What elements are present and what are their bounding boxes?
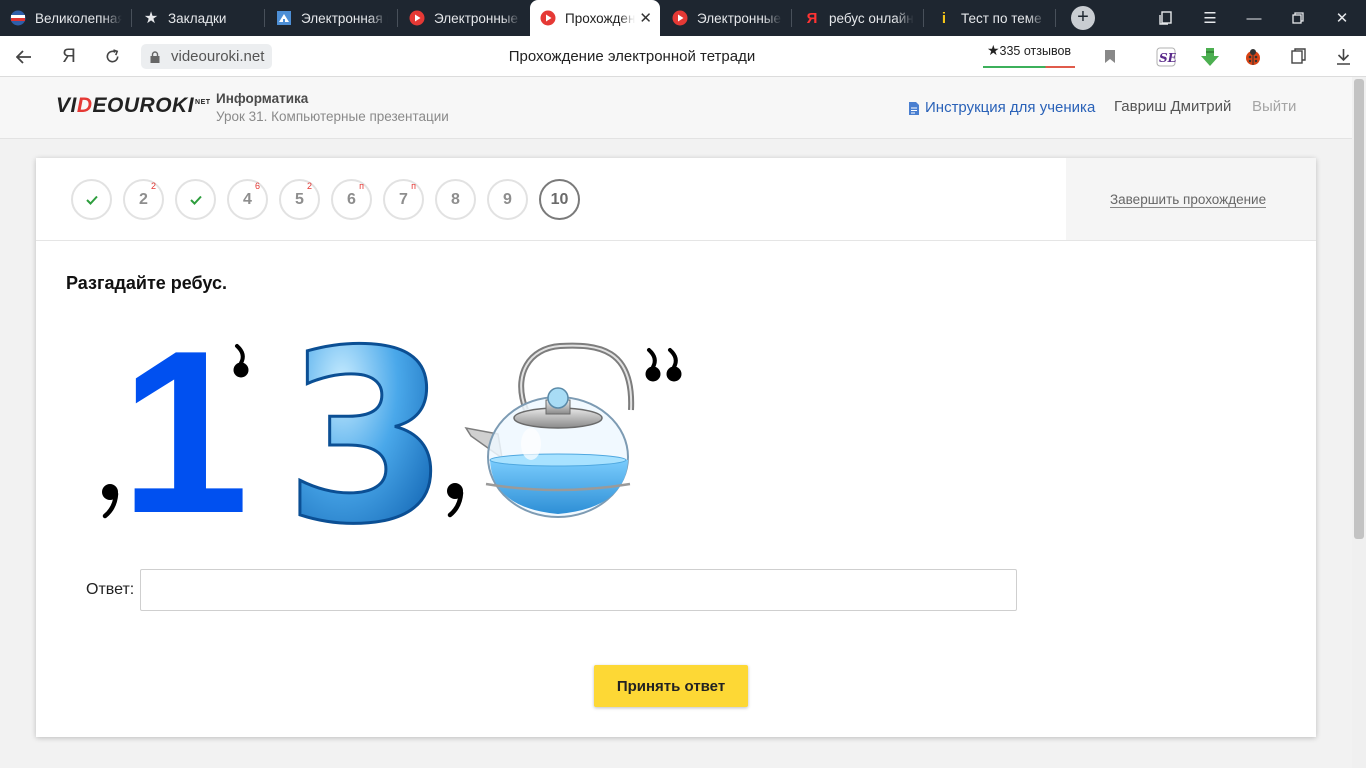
new-tab-button[interactable]: + xyxy=(1071,6,1095,30)
info-icon: i xyxy=(941,9,947,27)
document-icon xyxy=(909,101,919,115)
browser-tab[interactable]: Я ребус онлайн xyxy=(794,0,922,36)
download-arrow-extension-icon[interactable] xyxy=(1193,36,1227,77)
page-title: Прохождение электронной тетради xyxy=(508,48,756,65)
videouroki-logo[interactable]: VIDEOUROKINET xyxy=(56,94,211,118)
step-6[interactable]: 6п xyxy=(331,179,372,220)
rebus-digit-one: 1 xyxy=(120,336,249,526)
step-3[interactable] xyxy=(175,179,216,220)
browser-tab[interactable]: Электронные xyxy=(399,0,529,36)
step-mark: 6 xyxy=(254,181,260,191)
site-header: VIDEOUROKINET Информатика Урок 31. Компь… xyxy=(0,77,1352,139)
close-window-icon[interactable]: ✕ xyxy=(1320,0,1364,36)
downloads-icon[interactable] xyxy=(1326,36,1360,77)
step-4[interactable]: 46 xyxy=(227,179,268,220)
step-9[interactable]: 9 xyxy=(487,179,528,220)
restore-icon[interactable] xyxy=(1276,0,1320,36)
step-8[interactable]: 8 xyxy=(435,179,476,220)
page-scrollbar[interactable] xyxy=(1352,77,1366,768)
workbook-card: 22 46 52 6п 7п 8 9 10 Завершить прохожде… xyxy=(36,158,1316,737)
videouroki-icon xyxy=(540,10,556,26)
instruction-link[interactable]: Инструкция для ученика xyxy=(908,77,1095,139)
close-tab-icon[interactable]: ✕ xyxy=(639,9,652,27)
subject-title: Информатика xyxy=(216,91,309,106)
step-5[interactable]: 52 xyxy=(279,179,320,220)
rating-bar xyxy=(983,66,1075,68)
videouroki-icon xyxy=(672,10,688,26)
check-icon xyxy=(85,195,98,205)
back-icon[interactable] xyxy=(8,36,40,77)
scrollbar-thumb[interactable] xyxy=(1354,79,1364,539)
finish-panel: Завершить прохождение xyxy=(1066,158,1316,241)
step-mark: 2 xyxy=(306,181,312,191)
step-1[interactable] xyxy=(71,179,112,220)
minimize-icon[interactable]: — xyxy=(1232,0,1276,36)
lesson-title: Урок 31. Компьютерные презентации xyxy=(216,109,449,124)
step-mark: 2 xyxy=(150,181,156,191)
submit-answer-button[interactable]: Принять ответ xyxy=(594,665,748,707)
browser-tab[interactable]: ★ Закладки xyxy=(133,0,263,36)
answer-input[interactable] xyxy=(140,569,1017,611)
star-icon: ★ xyxy=(143,10,159,27)
bookmark-icon[interactable] xyxy=(1093,36,1127,77)
videouroki-icon xyxy=(409,10,425,26)
svg-text:SE: SE xyxy=(1159,51,1176,65)
user-name-link[interactable]: Гавриш Дмитрий xyxy=(1114,77,1231,139)
answer-label: Ответ: xyxy=(86,581,135,598)
menu-icon[interactable]: ☰ xyxy=(1188,0,1232,36)
star-icon: ★ xyxy=(986,42,1000,58)
step-mark: п xyxy=(359,181,364,191)
browser-tab[interactable]: Электронные xyxy=(662,0,790,36)
globe-icon xyxy=(10,10,26,26)
lock-icon xyxy=(150,50,160,63)
yandex-icon: Я xyxy=(806,9,818,27)
question-steps: 22 46 52 6п 7п 8 9 10 xyxy=(36,158,1066,241)
rebus-digit-three: 3 xyxy=(284,336,450,526)
step-7[interactable]: 7п xyxy=(383,179,424,220)
browser-tab-strip: Великолепная ★ Закладки Электронная ш Эл… xyxy=(0,0,1366,36)
yandex-home-icon[interactable]: Я xyxy=(53,36,85,77)
finish-link[interactable]: Завершить прохождение xyxy=(1110,192,1267,208)
reload-icon[interactable] xyxy=(96,36,128,77)
question-title: Разгадайте ребус. xyxy=(66,273,228,293)
address-bar: Я videouroki.net Прохождение электронной… xyxy=(0,36,1366,77)
browser-tab[interactable]: i Тест по теме " xyxy=(926,0,1054,36)
reviews-badge[interactable]: ★335 отзывов xyxy=(983,42,1075,70)
tabs-panel-icon[interactable] xyxy=(1144,0,1188,36)
check-icon xyxy=(189,195,202,205)
rebus-image: 1 3 xyxy=(102,336,682,526)
rebus-double-apostrophe xyxy=(645,348,682,382)
step-10-current[interactable]: 10 xyxy=(539,179,580,220)
browser-tab-active[interactable]: Прохожден ✕ xyxy=(530,0,660,36)
url-field[interactable]: videouroki.net xyxy=(141,44,273,69)
browser-tab[interactable]: Электронная ш xyxy=(266,0,396,36)
step-2[interactable]: 22 xyxy=(123,179,164,220)
school-icon xyxy=(276,10,292,26)
rebus-comma xyxy=(102,484,119,519)
logout-link[interactable]: Выйти xyxy=(1252,77,1296,139)
teapot-image xyxy=(464,342,635,518)
se-extension-icon[interactable]: SE xyxy=(1149,36,1183,77)
step-mark: п xyxy=(411,181,416,191)
browser-tab[interactable]: Великолепная xyxy=(0,0,130,36)
extensions-icon[interactable] xyxy=(1281,36,1315,77)
ladybug-extension-icon[interactable] xyxy=(1236,36,1270,77)
